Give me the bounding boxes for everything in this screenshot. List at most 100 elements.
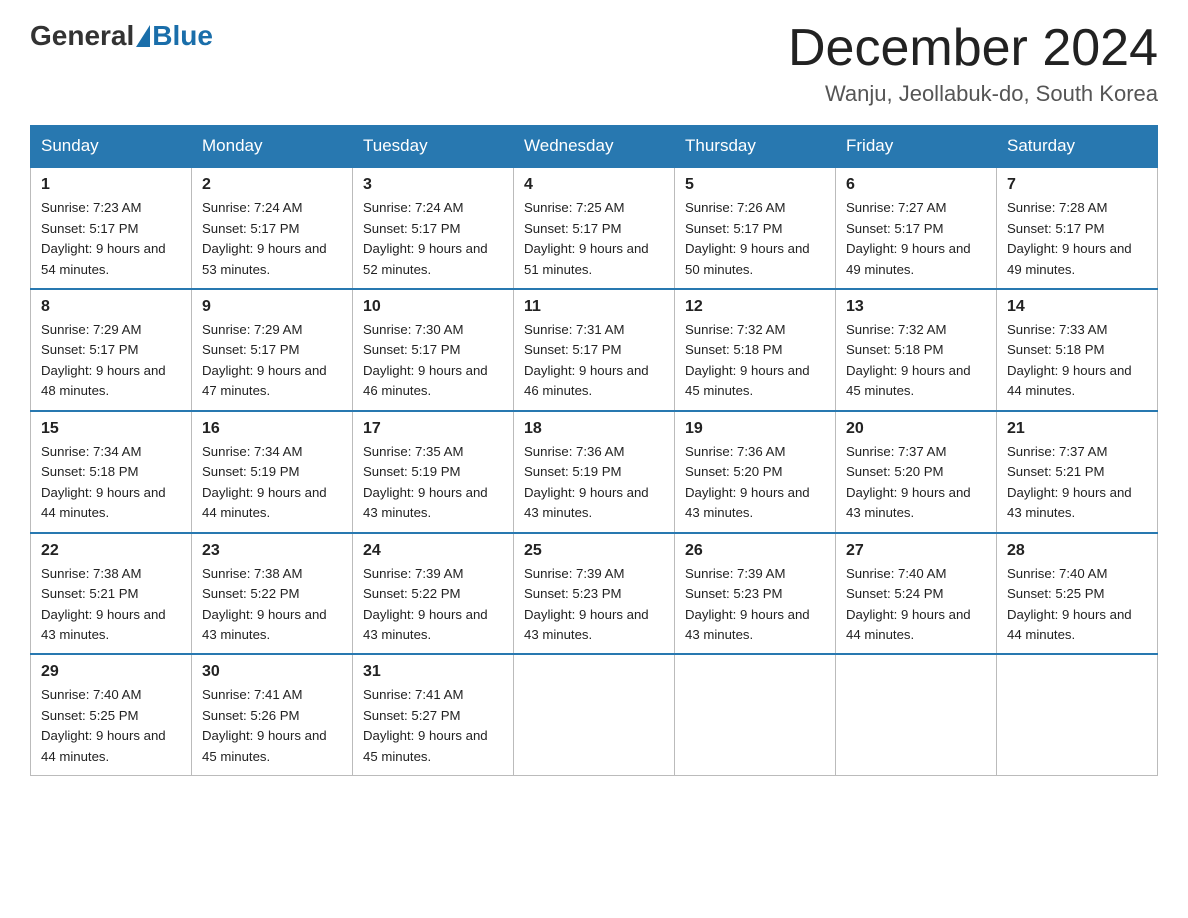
logo-area: General Blue [30,20,213,52]
day-info: Sunrise: 7:41 AMSunset: 5:26 PMDaylight:… [202,685,342,767]
calendar-cell: 7Sunrise: 7:28 AMSunset: 5:17 PMDaylight… [997,167,1158,289]
day-number: 23 [202,542,342,560]
day-number: 17 [363,420,503,438]
calendar-cell: 22 Sunrise: 7:38 AMSunset: 5:21 PMDayligh… [31,533,192,655]
day-info: Sunrise: 7:39 AMSunset: 5:23 PMDaylight:… [685,564,825,646]
weekday-header-monday: Monday [192,126,353,168]
calendar-cell: 28 Sunrise: 7:40 AMSunset: 5:25 PMDayligh… [997,533,1158,655]
day-number: 1 [41,176,181,194]
day-number: 8 [41,298,181,316]
calendar-cell: 17 Sunrise: 7:35 AMSunset: 5:19 PMDayligh… [353,411,514,533]
calendar-cell [836,654,997,775]
calendar-cell: 11Sunrise: 7:31 AMSunset: 5:17 PMDayligh… [514,289,675,411]
weekday-header-friday: Friday [836,126,997,168]
day-info: Sunrise: 7:34 AMSunset: 5:18 PMDaylight:… [41,442,181,524]
day-number: 15 [41,420,181,438]
logo-general-text: General [30,20,134,52]
day-info: Sunrise: 7:40 AMSunset: 5:25 PMDaylight:… [41,685,181,767]
calendar-cell: 8 Sunrise: 7:29 AMSunset: 5:17 PMDaylight… [31,289,192,411]
calendar-week-row: 1 Sunrise: 7:23 AMSunset: 5:17 PMDaylight… [31,167,1158,289]
calendar-cell: 29 Sunrise: 7:40 AMSunset: 5:25 PMDayligh… [31,654,192,775]
calendar-cell: 18 Sunrise: 7:36 AMSunset: 5:19 PMDayligh… [514,411,675,533]
day-info: Sunrise: 7:24 AMSunset: 5:17 PMDaylight:… [202,198,342,280]
day-number: 28 [1007,542,1147,560]
day-info: Sunrise: 7:23 AMSunset: 5:17 PMDaylight:… [41,198,181,280]
calendar-cell: 12 Sunrise: 7:32 AMSunset: 5:18 PMDayligh… [675,289,836,411]
logo-blue-text: Blue [152,20,213,52]
day-info: Sunrise: 7:33 AMSunset: 5:18 PMDaylight:… [1007,320,1147,402]
day-info: Sunrise: 7:38 AMSunset: 5:22 PMDaylight:… [202,564,342,646]
page-header: General Blue December 2024 Wanju, Jeolla… [30,20,1158,107]
weekday-header-wednesday: Wednesday [514,126,675,168]
calendar-cell: 1 Sunrise: 7:23 AMSunset: 5:17 PMDaylight… [31,167,192,289]
calendar-week-row: 15 Sunrise: 7:34 AMSunset: 5:18 PMDayligh… [31,411,1158,533]
calendar-cell: 30Sunrise: 7:41 AMSunset: 5:26 PMDayligh… [192,654,353,775]
day-number: 26 [685,542,825,560]
day-number: 9 [202,298,342,316]
day-number: 5 [685,176,825,194]
day-number: 29 [41,663,181,681]
calendar-cell: 3 Sunrise: 7:24 AMSunset: 5:17 PMDaylight… [353,167,514,289]
calendar-cell: 25Sunrise: 7:39 AMSunset: 5:23 PMDayligh… [514,533,675,655]
day-number: 12 [685,298,825,316]
day-info: Sunrise: 7:29 AMSunset: 5:17 PMDaylight:… [41,320,181,402]
day-number: 19 [685,420,825,438]
calendar-cell [675,654,836,775]
day-info: Sunrise: 7:37 AMSunset: 5:20 PMDaylight:… [846,442,986,524]
day-number: 4 [524,176,664,194]
day-number: 20 [846,420,986,438]
calendar-cell: 19Sunrise: 7:36 AMSunset: 5:20 PMDayligh… [675,411,836,533]
weekday-header-row: SundayMondayTuesdayWednesdayThursdayFrid… [31,126,1158,168]
day-info: Sunrise: 7:24 AMSunset: 5:17 PMDaylight:… [363,198,503,280]
title-area: December 2024 Wanju, Jeollabuk-do, South… [788,20,1158,107]
weekday-header-thursday: Thursday [675,126,836,168]
day-info: Sunrise: 7:32 AMSunset: 5:18 PMDaylight:… [685,320,825,402]
calendar-cell: 6Sunrise: 7:27 AMSunset: 5:17 PMDaylight… [836,167,997,289]
weekday-header-sunday: Sunday [31,126,192,168]
location-subtitle: Wanju, Jeollabuk-do, South Korea [788,81,1158,107]
day-info: Sunrise: 7:32 AMSunset: 5:18 PMDaylight:… [846,320,986,402]
calendar-cell: 4 Sunrise: 7:25 AMSunset: 5:17 PMDaylight… [514,167,675,289]
day-info: Sunrise: 7:30 AMSunset: 5:17 PMDaylight:… [363,320,503,402]
calendar-table: SundayMondayTuesdayWednesdayThursdayFrid… [30,125,1158,776]
weekday-header-saturday: Saturday [997,126,1158,168]
weekday-header-tuesday: Tuesday [353,126,514,168]
day-number: 10 [363,298,503,316]
calendar-week-row: 8 Sunrise: 7:29 AMSunset: 5:17 PMDaylight… [31,289,1158,411]
calendar-cell: 16Sunrise: 7:34 AMSunset: 5:19 PMDayligh… [192,411,353,533]
day-number: 18 [524,420,664,438]
day-info: Sunrise: 7:39 AMSunset: 5:22 PMDaylight:… [363,564,503,646]
day-info: Sunrise: 7:37 AMSunset: 5:21 PMDaylight:… [1007,442,1147,524]
day-info: Sunrise: 7:39 AMSunset: 5:23 PMDaylight:… [524,564,664,646]
day-info: Sunrise: 7:36 AMSunset: 5:19 PMDaylight:… [524,442,664,524]
day-number: 3 [363,176,503,194]
calendar-cell: 23 Sunrise: 7:38 AMSunset: 5:22 PMDayligh… [192,533,353,655]
calendar-cell: 20 Sunrise: 7:37 AMSunset: 5:20 PMDayligh… [836,411,997,533]
calendar-week-row: 29 Sunrise: 7:40 AMSunset: 5:25 PMDayligh… [31,654,1158,775]
logo-triangle-icon [136,25,150,47]
calendar-cell: 5 Sunrise: 7:26 AMSunset: 5:17 PMDaylight… [675,167,836,289]
day-info: Sunrise: 7:28 AMSunset: 5:17 PMDaylight:… [1007,198,1147,280]
day-info: Sunrise: 7:40 AMSunset: 5:25 PMDaylight:… [1007,564,1147,646]
day-info: Sunrise: 7:26 AMSunset: 5:17 PMDaylight:… [685,198,825,280]
calendar-cell: 31 Sunrise: 7:41 AMSunset: 5:27 PMDayligh… [353,654,514,775]
calendar-cell: 26 Sunrise: 7:39 AMSunset: 5:23 PMDayligh… [675,533,836,655]
day-info: Sunrise: 7:38 AMSunset: 5:21 PMDaylight:… [41,564,181,646]
calendar-week-row: 22 Sunrise: 7:38 AMSunset: 5:21 PMDayligh… [31,533,1158,655]
calendar-cell [514,654,675,775]
day-number: 31 [363,663,503,681]
day-info: Sunrise: 7:41 AMSunset: 5:27 PMDaylight:… [363,685,503,767]
day-info: Sunrise: 7:35 AMSunset: 5:19 PMDaylight:… [363,442,503,524]
day-info: Sunrise: 7:34 AMSunset: 5:19 PMDaylight:… [202,442,342,524]
calendar-cell: 15 Sunrise: 7:34 AMSunset: 5:18 PMDayligh… [31,411,192,533]
day-number: 21 [1007,420,1147,438]
calendar-cell: 13Sunrise: 7:32 AMSunset: 5:18 PMDayligh… [836,289,997,411]
day-number: 24 [363,542,503,560]
calendar-cell: 2Sunrise: 7:24 AMSunset: 5:17 PMDaylight… [192,167,353,289]
day-number: 22 [41,542,181,560]
calendar-cell: 27Sunrise: 7:40 AMSunset: 5:24 PMDayligh… [836,533,997,655]
day-info: Sunrise: 7:25 AMSunset: 5:17 PMDaylight:… [524,198,664,280]
calendar-cell: 21 Sunrise: 7:37 AMSunset: 5:21 PMDayligh… [997,411,1158,533]
day-info: Sunrise: 7:27 AMSunset: 5:17 PMDaylight:… [846,198,986,280]
day-number: 14 [1007,298,1147,316]
